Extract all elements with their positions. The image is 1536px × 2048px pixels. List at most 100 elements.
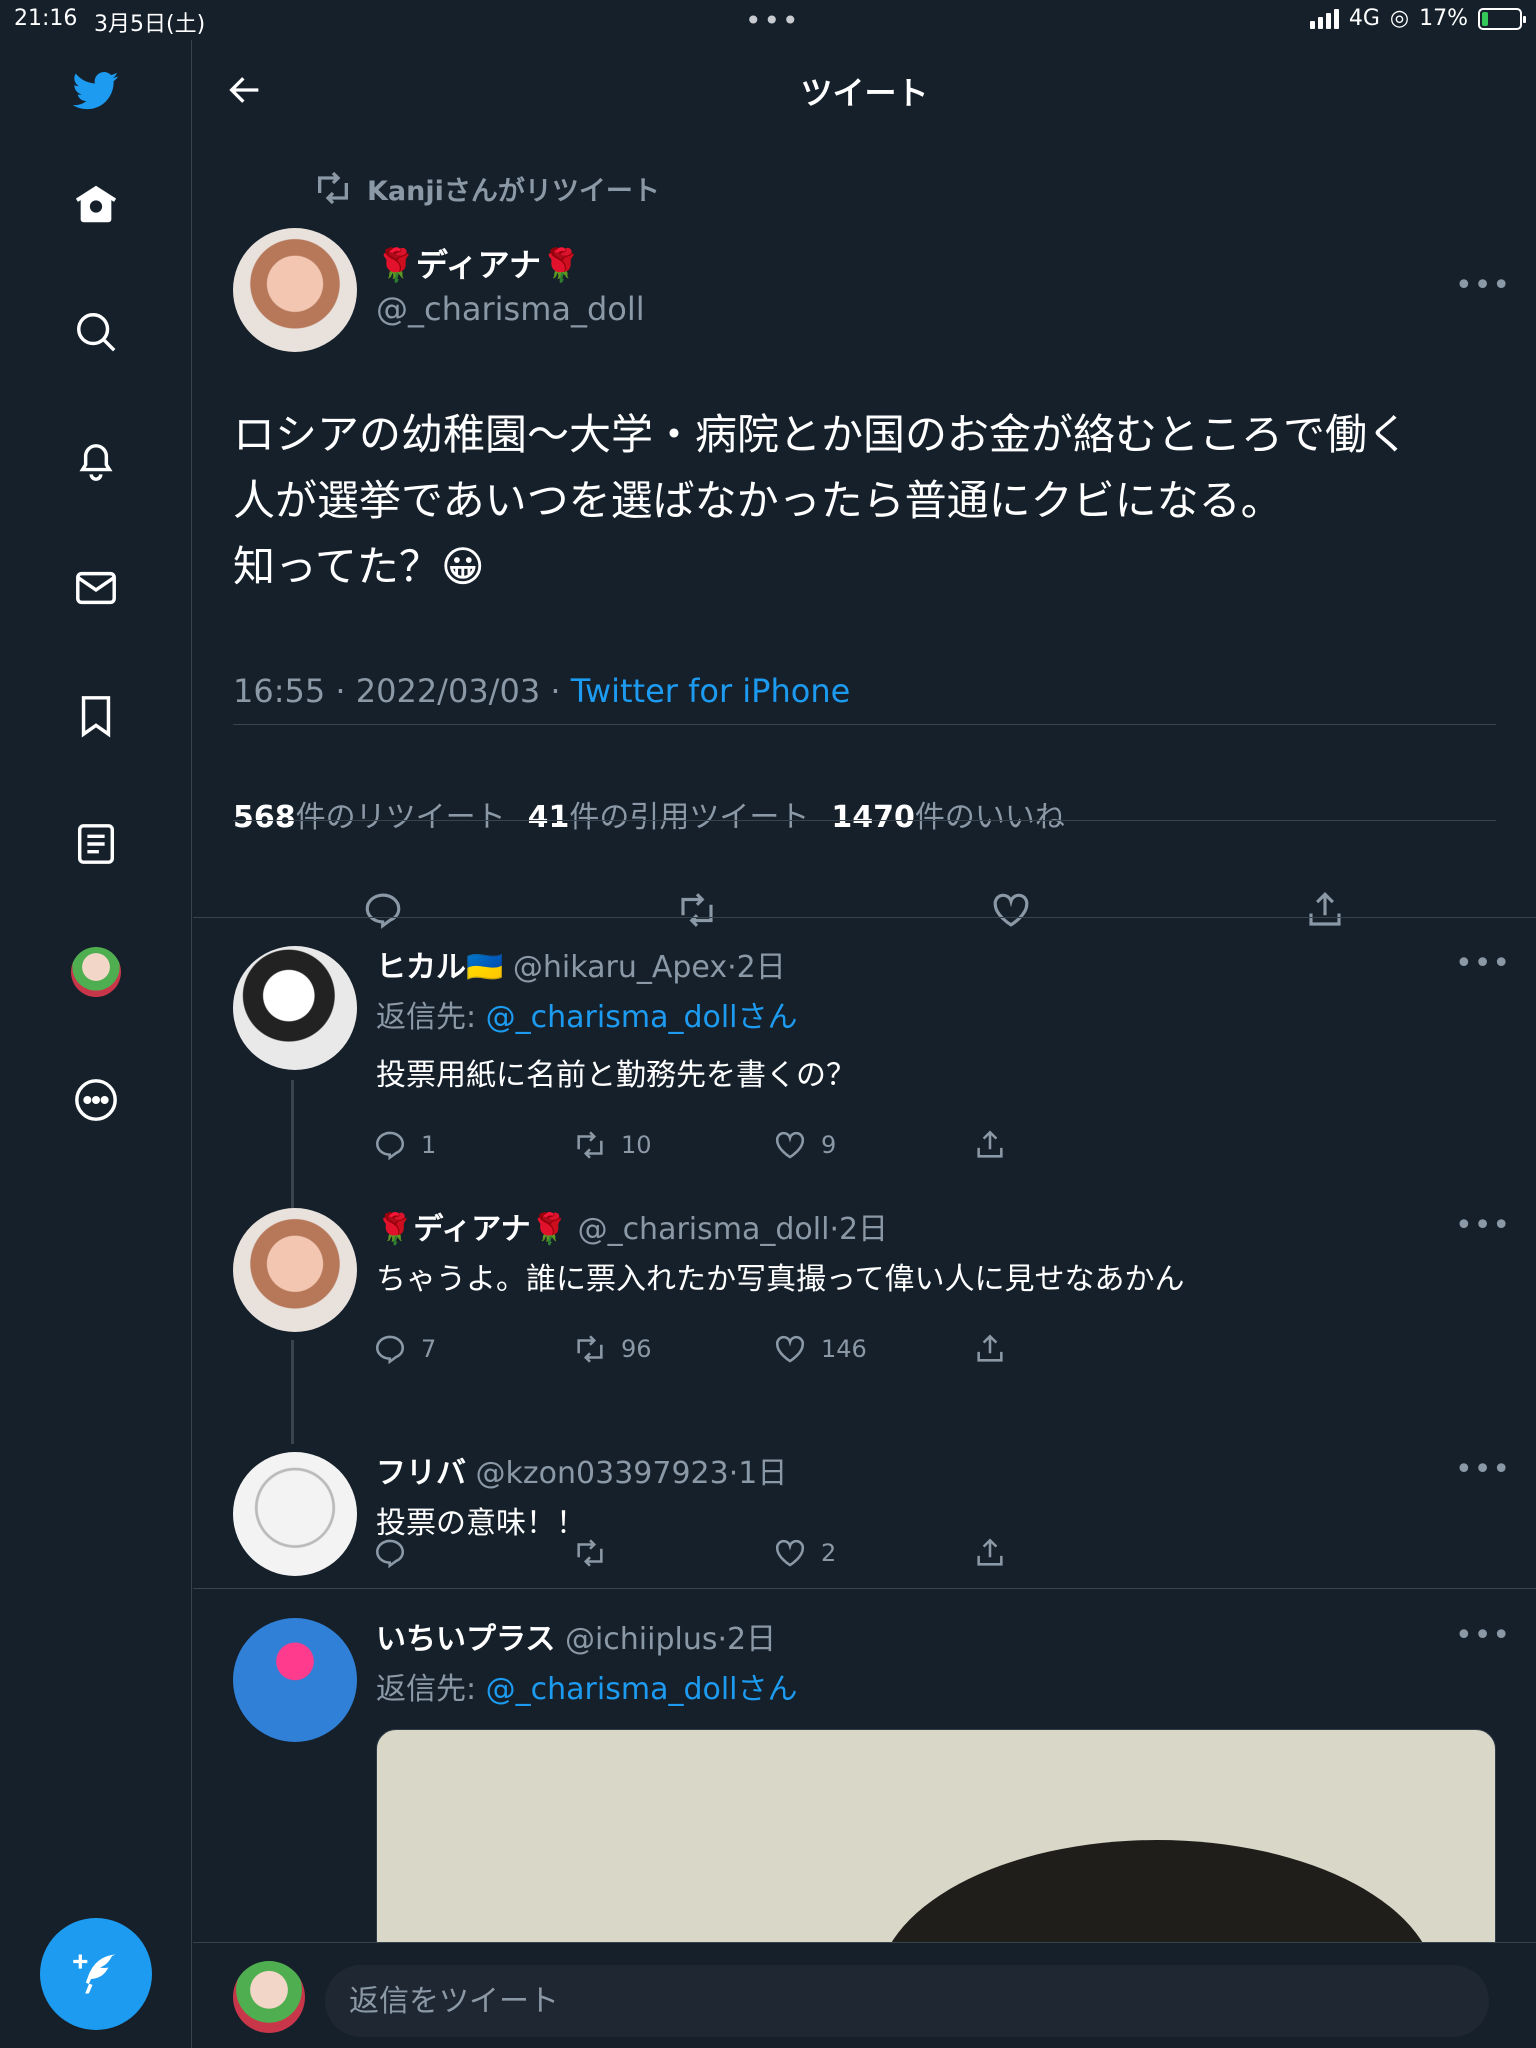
retweets-stat[interactable]: 568件のリツイート bbox=[233, 792, 506, 836]
messages-icon[interactable] bbox=[60, 552, 132, 624]
reply-actions: 1 10 9 bbox=[373, 1128, 1003, 1172]
lists-icon[interactable] bbox=[60, 808, 132, 880]
more-options-icon[interactable]: ••• bbox=[1455, 1208, 1511, 1243]
reply-icon bbox=[375, 1335, 405, 1365]
reply-avatar[interactable] bbox=[233, 946, 357, 1070]
battery-icon bbox=[1478, 7, 1526, 30]
status-bar: 21:16 3月5日(土) ••• 4G ◎ 17% bbox=[0, 0, 1536, 40]
retweet-button[interactable] bbox=[573, 1536, 621, 1570]
reply-icon bbox=[365, 893, 401, 929]
tweet-source-link[interactable]: Twitter for iPhone bbox=[571, 672, 851, 710]
reply-input[interactable] bbox=[325, 1965, 1489, 2037]
like-button[interactable]: 9 bbox=[773, 1128, 836, 1162]
reply-icon bbox=[375, 1539, 405, 1569]
like-button[interactable]: 146 bbox=[773, 1332, 867, 1366]
reply-author-name[interactable]: いちいプラス bbox=[376, 1622, 555, 1657]
compose-tweet-button[interactable] bbox=[40, 1918, 152, 2030]
more-options-icon[interactable]: ••• bbox=[1455, 1618, 1511, 1653]
retweet-icon bbox=[577, 1335, 603, 1363]
like-count: 2 bbox=[821, 1539, 837, 1567]
reply-avatar[interactable] bbox=[233, 1618, 357, 1742]
like-icon bbox=[993, 893, 1029, 927]
quotes-stat[interactable]: 41件の引用ツイート bbox=[528, 792, 810, 836]
reply-author-handle[interactable]: @kzon03397923 bbox=[476, 1456, 729, 1491]
reply-text: 投票用紙に名前と勤務先を書くの？ bbox=[376, 1058, 856, 1093]
retweets-count: 568 bbox=[233, 800, 296, 835]
share-button[interactable] bbox=[1295, 880, 1355, 940]
author-name[interactable]: 🌹ディアナ🌹 bbox=[376, 240, 581, 286]
reply-button[interactable]: 1 bbox=[373, 1128, 436, 1162]
retweet-count: 10 bbox=[621, 1131, 652, 1159]
bookmark-icon[interactable] bbox=[60, 680, 132, 752]
reply-text: ちゃうよ。誰に票入れたか写真撮って偉い人に見せなあかん bbox=[376, 1262, 1185, 1297]
notifications-icon[interactable] bbox=[60, 424, 132, 496]
multitasking-dots-icon[interactable]: ••• bbox=[745, 4, 801, 37]
reply-avatar[interactable] bbox=[233, 1452, 357, 1576]
more-options-icon[interactable]: ••• bbox=[1455, 1452, 1511, 1487]
retweet-indicator-label: Kanjiさんがリツイート bbox=[367, 175, 660, 207]
reply-to-link[interactable]: @_charisma_dollさん bbox=[486, 1000, 798, 1035]
reply-author-name[interactable]: 🌹ディアナ🌹 bbox=[376, 1212, 568, 1247]
profile-avatar[interactable] bbox=[60, 936, 132, 1008]
search-icon[interactable] bbox=[60, 296, 132, 368]
share-icon bbox=[977, 1130, 1003, 1158]
more-options-icon[interactable]: ••• bbox=[1455, 946, 1511, 981]
likes-stat[interactable]: 1470件のいいね bbox=[831, 792, 1065, 836]
reply-header: ヒカル🇺🇦 @hikaru_Apex·2日 bbox=[376, 942, 786, 986]
like-count: 146 bbox=[821, 1335, 867, 1363]
tweet-meta: 16:55 · 2022/03/03 · Twitter for iPhone bbox=[233, 672, 850, 710]
reply-to-link[interactable]: @_charisma_dollさん bbox=[486, 1672, 798, 1707]
orientation-lock-icon: ◎ bbox=[1389, 6, 1410, 31]
like-icon bbox=[775, 1335, 805, 1363]
reply-count: 7 bbox=[421, 1335, 437, 1363]
more-options-icon[interactable]: ••• bbox=[1455, 268, 1511, 303]
reply-time[interactable]: ·2日 bbox=[727, 950, 786, 985]
retweet-button[interactable] bbox=[667, 880, 727, 940]
retweet-icon bbox=[318, 171, 348, 205]
divider bbox=[233, 820, 1496, 821]
network-type: 4G bbox=[1348, 6, 1380, 31]
retweet-button[interactable]: 10 bbox=[573, 1128, 652, 1162]
share-button[interactable] bbox=[973, 1536, 1007, 1570]
reply-author-handle[interactable]: @ichiiplus bbox=[565, 1622, 718, 1657]
reply-button[interactable] bbox=[353, 880, 413, 940]
reply-to-prefix: 返信先: bbox=[376, 1000, 486, 1035]
reply-time[interactable]: ·1日 bbox=[729, 1456, 788, 1491]
reply-button[interactable]: 7 bbox=[373, 1332, 436, 1366]
reply-time[interactable]: ·2日 bbox=[718, 1622, 777, 1657]
reply-author-handle[interactable]: @hikaru_Apex bbox=[513, 950, 727, 985]
compose-feather-icon bbox=[73, 1954, 116, 1994]
current-user-avatar[interactable] bbox=[233, 1961, 305, 2033]
reply-button[interactable] bbox=[373, 1536, 421, 1570]
like-icon bbox=[775, 1539, 805, 1567]
share-button[interactable] bbox=[973, 1332, 1007, 1366]
twitter-logo-icon[interactable] bbox=[60, 54, 132, 126]
reply-author-name[interactable]: ヒカル🇺🇦 bbox=[376, 950, 503, 985]
tweet-timestamp[interactable]: 16:55 · 2022/03/03 · bbox=[233, 672, 571, 710]
reply-author-name[interactable]: フリバ bbox=[376, 1456, 466, 1491]
author-avatar[interactable] bbox=[233, 228, 357, 352]
share-button[interactable] bbox=[973, 1128, 1007, 1162]
status-time: 21:16 bbox=[14, 6, 78, 31]
status-date: 3月5日(土) bbox=[94, 12, 206, 37]
divider bbox=[193, 1588, 1536, 1589]
tweet-text: ロシアの幼稚園〜大学・病院とか国のお金が絡むところで働く 人が選挙であいつを選ば… bbox=[233, 410, 1410, 591]
reply-author-handle[interactable]: @_charisma_doll bbox=[578, 1212, 830, 1247]
battery-level bbox=[1482, 11, 1488, 26]
home-icon[interactable] bbox=[60, 168, 132, 240]
tweet-actions bbox=[233, 880, 1496, 940]
retweet-button[interactable]: 96 bbox=[573, 1332, 652, 1366]
reply-header: いちいプラス @ichiiplus·2日 bbox=[376, 1614, 776, 1658]
battery-percent: 17% bbox=[1419, 6, 1468, 31]
reply-actions: 2 bbox=[373, 1536, 1003, 1580]
share-icon bbox=[1309, 892, 1341, 926]
author-handle[interactable]: @_charisma_doll bbox=[376, 290, 645, 328]
retweet-indicator[interactable]: Kanjiさんがリツイート bbox=[313, 168, 660, 208]
reply-header: 🌹ディアナ🌹 @_charisma_doll·2日 bbox=[376, 1204, 888, 1248]
reply-time[interactable]: ·2日 bbox=[829, 1212, 888, 1247]
more-icon[interactable] bbox=[60, 1064, 132, 1136]
status-indicators: 4G ◎ 17% bbox=[1309, 6, 1526, 31]
like-button[interactable]: 2 bbox=[773, 1536, 836, 1570]
like-button[interactable] bbox=[981, 880, 1041, 940]
reply-avatar[interactable] bbox=[233, 1208, 357, 1332]
